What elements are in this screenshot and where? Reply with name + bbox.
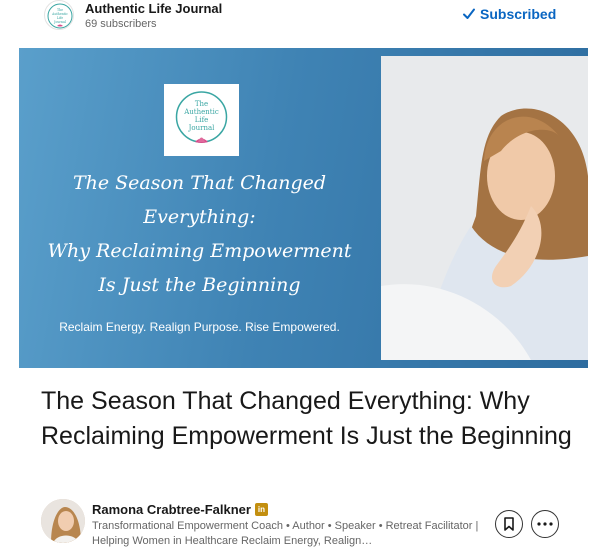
cover-headline-line: Why Reclaiming Empowerment <box>47 240 352 262</box>
avatar-illustration <box>41 499 85 543</box>
cover-logo-word-1: The <box>195 100 208 108</box>
cover-logo-word-2: Authentic <box>183 108 219 116</box>
save-article-button[interactable] <box>495 510 523 538</box>
author-name[interactable]: Ramona Crabtree-Falkner in <box>92 502 268 517</box>
cover-headline: The Season That Changed Everything: Why … <box>27 166 372 302</box>
subscribed-button[interactable]: Subscribed <box>462 6 556 22</box>
cover-headline-line: Is Just the Beginning <box>98 274 301 296</box>
cover-image[interactable]: The Authentic Life Journal The Season Th… <box>19 48 588 368</box>
subscribed-label: Subscribed <box>480 6 557 22</box>
newsletter-logo-graphic: The Authentic Life Journal <box>47 3 73 29</box>
article-title[interactable]: The Season That Changed Everything: Why … <box>41 384 581 453</box>
author-name-text: Ramona Crabtree-Falkner <box>92 502 251 517</box>
newsletter-name[interactable]: Authentic Life Journal <box>85 1 222 16</box>
newsletter-header: The Authentic Life Journal Authentic Lif… <box>0 0 615 34</box>
author-headline: Transformational Empowerment Coach • Aut… <box>92 520 479 547</box>
cover-headline-line: Everything: <box>143 206 256 228</box>
avatar[interactable] <box>41 499 85 543</box>
linkedin-premium-icon: in <box>254 503 268 516</box>
subscriber-count: 69 subscribers <box>85 18 157 30</box>
bookmark-icon <box>504 517 514 531</box>
cover-headline-line: The Season That Changed <box>72 172 327 194</box>
cover-logo-word-4: Journal <box>188 124 216 132</box>
cover-logo-graphic: The Authentic Life Journal <box>175 91 228 143</box>
cover-tagline: Reclaim Energy. Realign Purpose. Rise Em… <box>59 320 340 334</box>
more-options-button[interactable] <box>531 510 559 538</box>
lotus-icon <box>57 24 63 27</box>
check-icon <box>463 8 475 19</box>
author-portrait-photo <box>381 56 588 360</box>
logo-word-4: Journal <box>53 20 66 24</box>
portrait-illustration <box>381 56 588 360</box>
newsletter-logo[interactable]: The Authentic Life Journal <box>44 0 74 30</box>
cover-lotus-petal <box>198 137 205 142</box>
author-row: Ramona Crabtree-Falkner in Transformatio… <box>41 499 615 548</box>
cover-logo-word-3: Life <box>195 116 209 124</box>
more-icon <box>537 522 553 526</box>
cover-logo: The Authentic Life Journal <box>164 84 239 156</box>
